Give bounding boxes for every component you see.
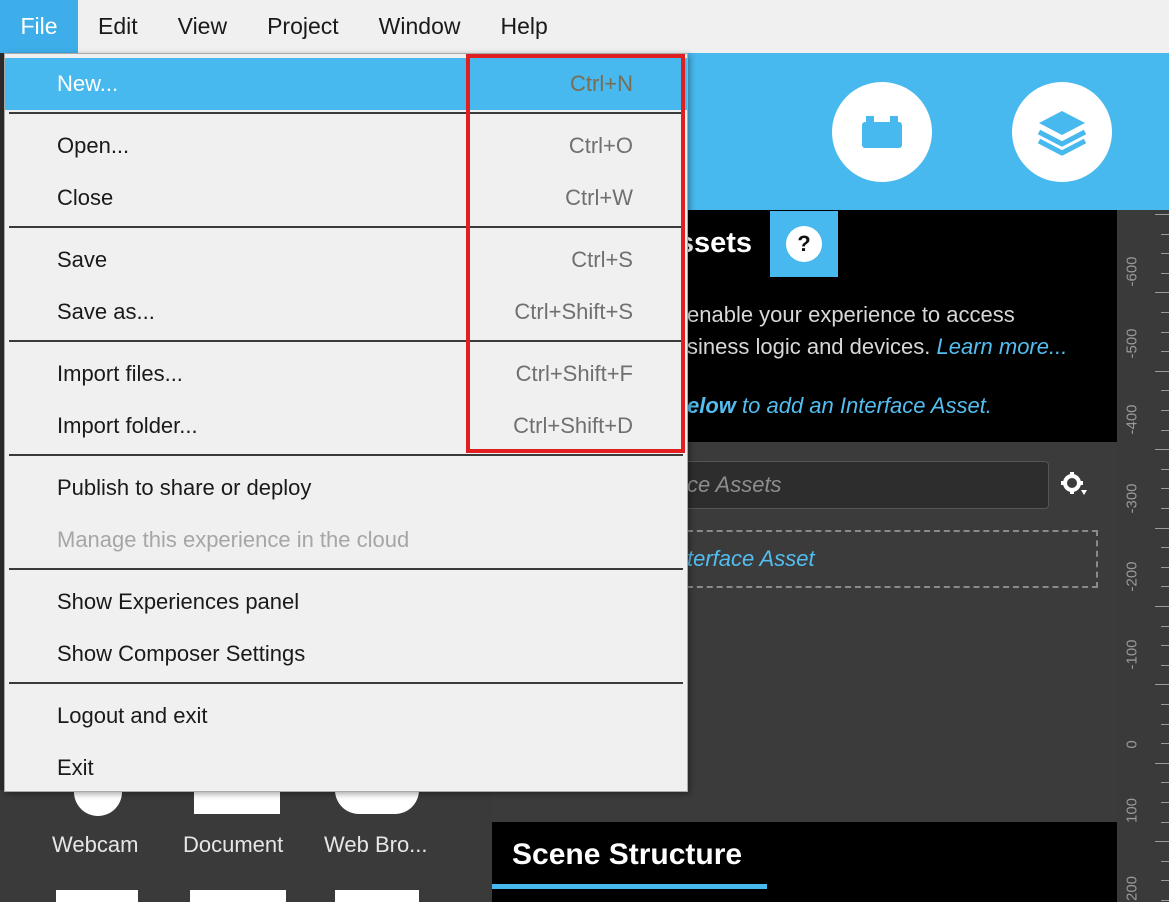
ruler-label: 0 bbox=[1123, 740, 1141, 749]
ruler-tick bbox=[1161, 782, 1169, 784]
menu-window[interactable]: Window bbox=[359, 0, 481, 53]
add-asset-hint: elow to add an Interface Asset. bbox=[687, 393, 992, 418]
ruler-tick bbox=[1155, 684, 1169, 686]
shortcut-highlight-box bbox=[466, 54, 685, 453]
ruler-tick bbox=[1155, 762, 1169, 764]
menu-view[interactable]: View bbox=[158, 0, 247, 53]
menu-file[interactable]: File bbox=[0, 0, 78, 53]
ruler-tick bbox=[1161, 253, 1169, 255]
menu-separator bbox=[9, 568, 683, 570]
ruler-tick bbox=[1161, 664, 1169, 666]
ruler-tick bbox=[1161, 821, 1169, 823]
ruler-tick bbox=[1161, 547, 1169, 549]
ruler-tick bbox=[1161, 508, 1169, 509]
menu-item-logout[interactable]: Logout and exit bbox=[5, 690, 687, 742]
ruler-tick bbox=[1161, 272, 1169, 274]
ruler-tick bbox=[1161, 723, 1169, 725]
ruler-tick bbox=[1155, 214, 1169, 215]
ruler-label: -500 bbox=[1123, 328, 1141, 359]
menu-edit[interactable]: Edit bbox=[78, 0, 158, 53]
ruler-tick bbox=[1161, 351, 1169, 353]
help-tab[interactable]: ? bbox=[770, 211, 838, 277]
layers-icon bbox=[1037, 111, 1087, 156]
ruler-label: -600 bbox=[1123, 256, 1141, 287]
scene-tab-underline bbox=[492, 884, 767, 889]
menu-separator bbox=[9, 682, 683, 684]
ruler-tick bbox=[1161, 704, 1169, 705]
menu-item-exit[interactable]: Exit bbox=[5, 742, 687, 794]
menu-help[interactable]: Help bbox=[480, 0, 567, 53]
ruler-tick bbox=[1161, 233, 1169, 235]
tile-webcam[interactable]: Webcam bbox=[52, 832, 138, 858]
ruler-tick bbox=[1161, 390, 1169, 392]
ruler-tick bbox=[1155, 449, 1169, 451]
assets-description-line1: enable your experience to access bbox=[687, 302, 1015, 327]
ruler-tick bbox=[1161, 331, 1169, 333]
asset-tile-icon bbox=[190, 890, 286, 902]
gear-icon[interactable] bbox=[1059, 470, 1089, 500]
ruler-tick bbox=[1161, 900, 1169, 901]
tile-document[interactable]: Document bbox=[183, 832, 283, 858]
ruler-tick bbox=[1161, 880, 1169, 882]
menu-item-show-experiences[interactable]: Show Experiences panel bbox=[5, 576, 687, 628]
ruler-tick bbox=[1161, 625, 1169, 627]
asset-tile-icon bbox=[335, 890, 419, 902]
ruler-label: -100 bbox=[1123, 639, 1141, 670]
ruler-label: -300 bbox=[1123, 483, 1141, 514]
menu-item-manage-cloud: Manage this experience in the cloud bbox=[57, 527, 410, 552]
ruler-label: 200 bbox=[1123, 875, 1141, 902]
ruler-tick bbox=[1155, 527, 1169, 529]
ruler-label: -400 bbox=[1123, 404, 1141, 435]
ruler-label: 100 bbox=[1123, 797, 1141, 824]
assets-description-line2: siness logic and devices. Learn more... bbox=[687, 334, 1068, 359]
assets-tab[interactable]: ssets bbox=[676, 213, 770, 273]
learn-more-link[interactable]: Learn more... bbox=[936, 334, 1067, 359]
layers-button[interactable] bbox=[1012, 82, 1112, 182]
vertical-ruler: -600 -500 -400 -300 -200 -100 0 100 200 bbox=[1117, 210, 1169, 902]
battery-block-icon bbox=[862, 116, 902, 148]
add-interface-asset-button[interactable]: terface Asset bbox=[687, 530, 1098, 588]
ruler-tick bbox=[1161, 468, 1169, 470]
ruler-tick bbox=[1155, 841, 1169, 843]
asset-search-input[interactable]: ce Assets bbox=[687, 461, 1049, 509]
device-button[interactable] bbox=[832, 82, 932, 182]
ruler-tick bbox=[1155, 292, 1169, 294]
menu-item-publish[interactable]: Publish to share or deploy bbox=[5, 462, 687, 514]
asset-tile-icon bbox=[56, 890, 138, 902]
ruler-tick bbox=[1161, 410, 1169, 411]
ruler-tick bbox=[1155, 606, 1169, 607]
ruler-tick bbox=[1161, 488, 1169, 490]
ruler-tick bbox=[1155, 370, 1169, 372]
menu-project[interactable]: Project bbox=[247, 0, 359, 53]
ruler-label: -200 bbox=[1123, 561, 1141, 592]
ruler-tick bbox=[1161, 586, 1169, 588]
ruler-tick bbox=[1161, 802, 1169, 803]
scene-structure-title[interactable]: Scene Structure bbox=[512, 838, 742, 872]
ruler-tick bbox=[1161, 312, 1169, 313]
ruler-tick bbox=[1161, 645, 1169, 647]
ruler-tick bbox=[1161, 429, 1169, 431]
menu-item-show-composer-settings[interactable]: Show Composer Settings bbox=[5, 628, 687, 680]
ruler-tick bbox=[1161, 566, 1169, 568]
ruler-tick bbox=[1161, 743, 1169, 745]
ruler-tick bbox=[1161, 860, 1169, 862]
menu-separator bbox=[9, 454, 683, 456]
help-icon: ? bbox=[786, 226, 822, 262]
menubar: File Edit View Project Window Help bbox=[0, 0, 1169, 53]
tile-web-browser[interactable]: Web Bro... bbox=[324, 832, 428, 858]
